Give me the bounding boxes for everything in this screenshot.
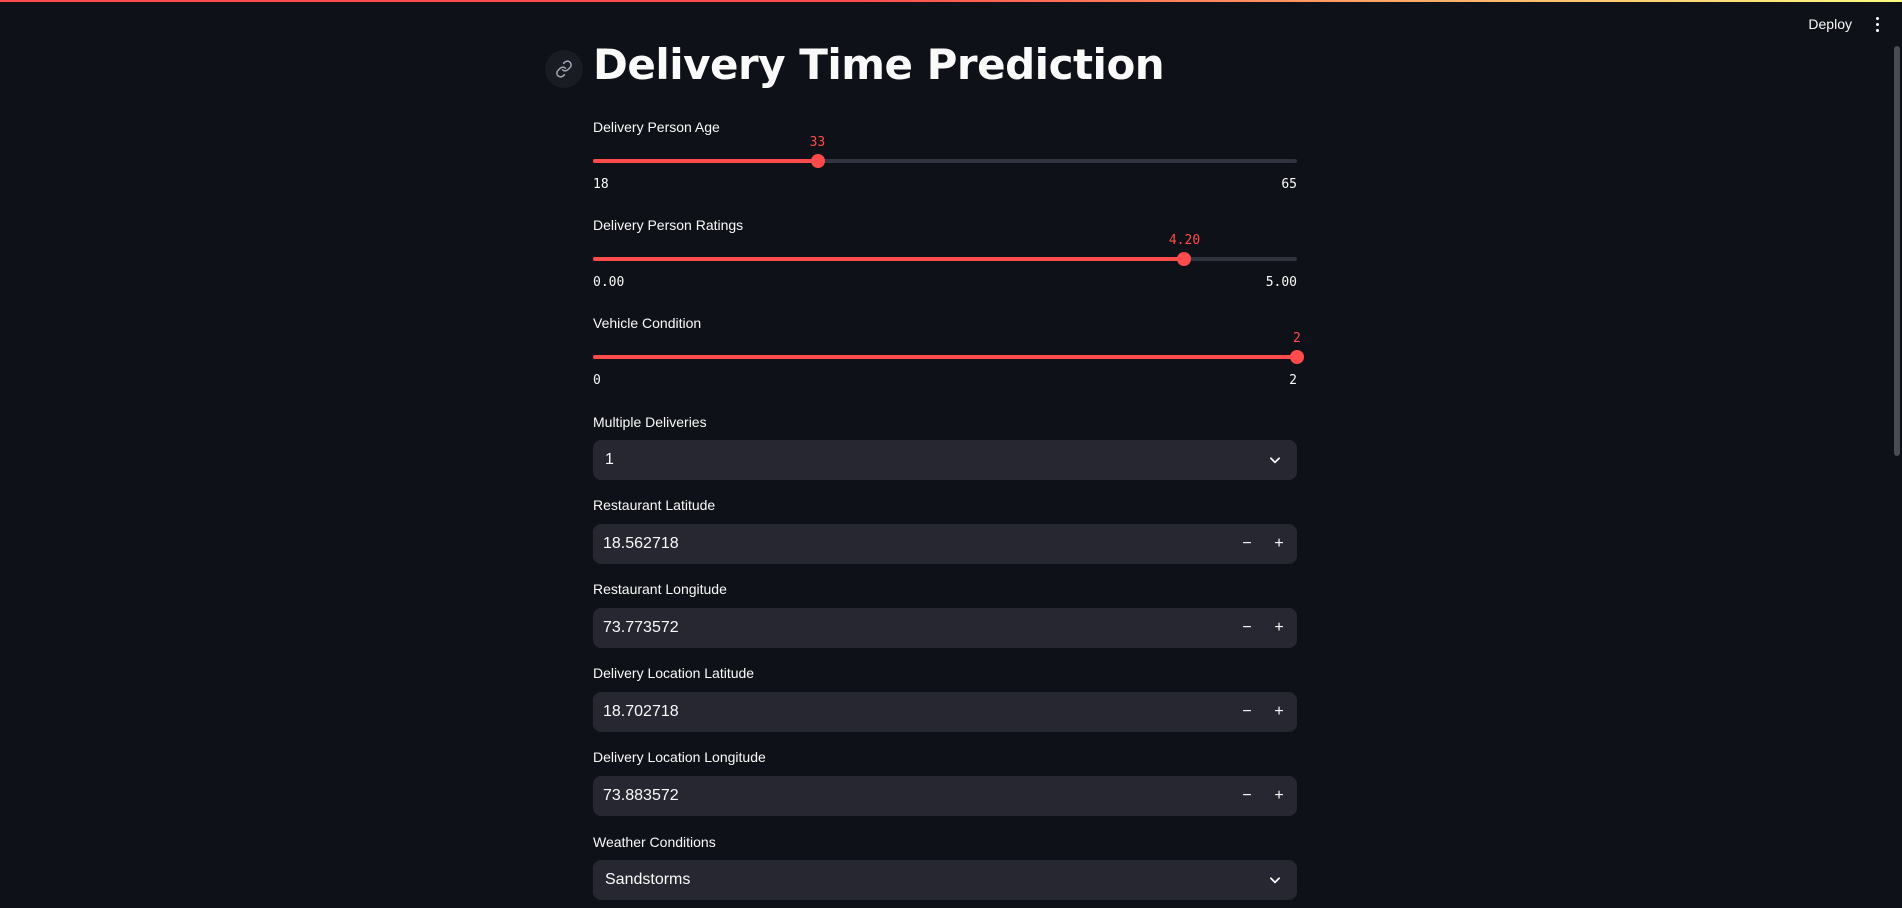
slider-thumb[interactable] — [1177, 252, 1192, 266]
restaurant-longitude-input[interactable] — [593, 608, 1231, 648]
slider-value: 4.20 — [1168, 233, 1201, 248]
slider-thumb[interactable] — [1290, 350, 1304, 364]
main-content: Delivery Time Prediction Delivery Person… — [545, 0, 1304, 908]
decrement-button[interactable]: − — [1231, 692, 1263, 732]
number-box: − + — [593, 524, 1297, 564]
slider-label: Vehicle Condition — [593, 315, 702, 331]
number-label: Delivery Location Longitude — [593, 749, 766, 765]
slider-track[interactable] — [593, 257, 1297, 261]
scrollbar[interactable] — [1890, 0, 1902, 895]
title-row: Delivery Time Prediction — [545, 0, 1297, 110]
weather-conditions-field: Weather Conditions Sandstorms — [593, 824, 1297, 908]
decrement-button[interactable]: − — [1231, 776, 1263, 816]
slider-label: Delivery Person Age — [593, 119, 720, 135]
slider-max-label: 2 — [1289, 373, 1297, 388]
slider-fill — [593, 355, 1297, 359]
number-label: Restaurant Longitude — [593, 581, 727, 597]
select-value: 1 — [605, 451, 614, 468]
slider-track[interactable] — [593, 159, 1297, 163]
chevron-down-icon — [1265, 870, 1285, 890]
page-title: Delivery Time Prediction — [593, 40, 1165, 89]
select-value: Sandstorms — [605, 871, 691, 888]
decrement-button[interactable]: − — [1231, 524, 1263, 564]
slider-value: 33 — [809, 135, 826, 150]
restaurant-latitude-input[interactable] — [593, 524, 1231, 564]
select-label: Weather Conditions — [593, 834, 716, 850]
select-label: Multiple Deliveries — [593, 414, 707, 430]
slider-fill — [593, 257, 1185, 261]
slider-min-label: 18 — [593, 177, 609, 192]
delivery-location-longitude-input[interactable] — [593, 776, 1231, 816]
weather-conditions-select[interactable]: Sandstorms — [593, 860, 1297, 900]
deploy-button[interactable]: Deploy — [1806, 12, 1854, 36]
slider-delivery-person-ratings: Delivery Person Ratings 4.20 0.00 5.00 — [593, 208, 1297, 306]
number-box: − + — [593, 608, 1297, 648]
slider-delivery-person-age: Delivery Person Age 33 18 65 — [593, 110, 1297, 208]
increment-button[interactable]: + — [1263, 524, 1295, 564]
slider-label: Delivery Person Ratings — [593, 217, 744, 233]
delivery-location-latitude-input[interactable] — [593, 692, 1231, 732]
scrollbar-thumb[interactable] — [1894, 46, 1900, 456]
multiple-deliveries-select[interactable]: 1 — [593, 440, 1297, 480]
slider-fill — [593, 159, 818, 163]
restaurant-latitude-field: Restaurant Latitude − + — [593, 488, 1297, 572]
slider-thumb[interactable] — [810, 154, 825, 168]
decrement-button[interactable]: − — [1231, 608, 1263, 648]
number-box: − + — [593, 776, 1297, 816]
slider-max-label: 65 — [1281, 177, 1297, 192]
kebab-menu-icon[interactable] — [1868, 12, 1886, 36]
restaurant-longitude-field: Restaurant Longitude − + — [593, 572, 1297, 656]
number-label: Restaurant Latitude — [593, 497, 716, 513]
increment-button[interactable]: + — [1263, 692, 1295, 732]
delivery-location-latitude-field: Delivery Location Latitude − + — [593, 656, 1297, 740]
increment-button[interactable]: + — [1263, 776, 1295, 816]
slider-vehicle-condition: Vehicle Condition 2 0 2 — [593, 306, 1304, 404]
slider-min-label: 0 — [593, 373, 601, 388]
chevron-down-icon — [1265, 450, 1285, 470]
increment-button[interactable]: + — [1263, 608, 1295, 648]
delivery-location-longitude-field: Delivery Location Longitude − + — [593, 740, 1297, 824]
slider-min-label: 0.00 — [593, 275, 625, 290]
multiple-deliveries-field: Multiple Deliveries 1 — [593, 404, 1297, 488]
number-box: − + — [593, 692, 1297, 732]
number-label: Delivery Location Latitude — [593, 665, 755, 681]
link-icon[interactable] — [545, 50, 583, 88]
slider-track[interactable] — [593, 355, 1297, 359]
slider-max-label: 5.00 — [1265, 275, 1297, 290]
slider-value: 2 — [1293, 331, 1301, 346]
header-actions: Deploy — [1806, 10, 1886, 38]
